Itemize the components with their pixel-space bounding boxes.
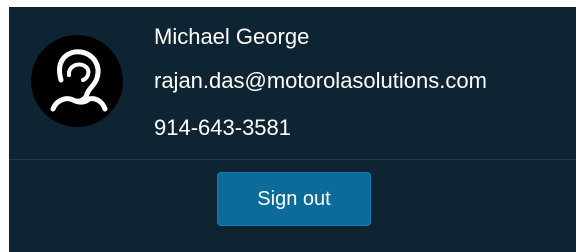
- user-email: rajan.das@motorolasolutions.com: [154, 68, 487, 93]
- account-panel: Michael George rajan.das@motorolasolutio…: [9, 7, 576, 252]
- user-phone: 914-643-3581: [154, 115, 292, 140]
- user-profile-icon: [50, 49, 108, 112]
- user-name: Michael George: [154, 24, 310, 49]
- avatar: [31, 35, 123, 127]
- divider: [9, 159, 576, 160]
- profile-section: Michael George rajan.das@motorolasolutio…: [9, 7, 576, 159]
- sign-out-button[interactable]: Sign out: [217, 172, 371, 226]
